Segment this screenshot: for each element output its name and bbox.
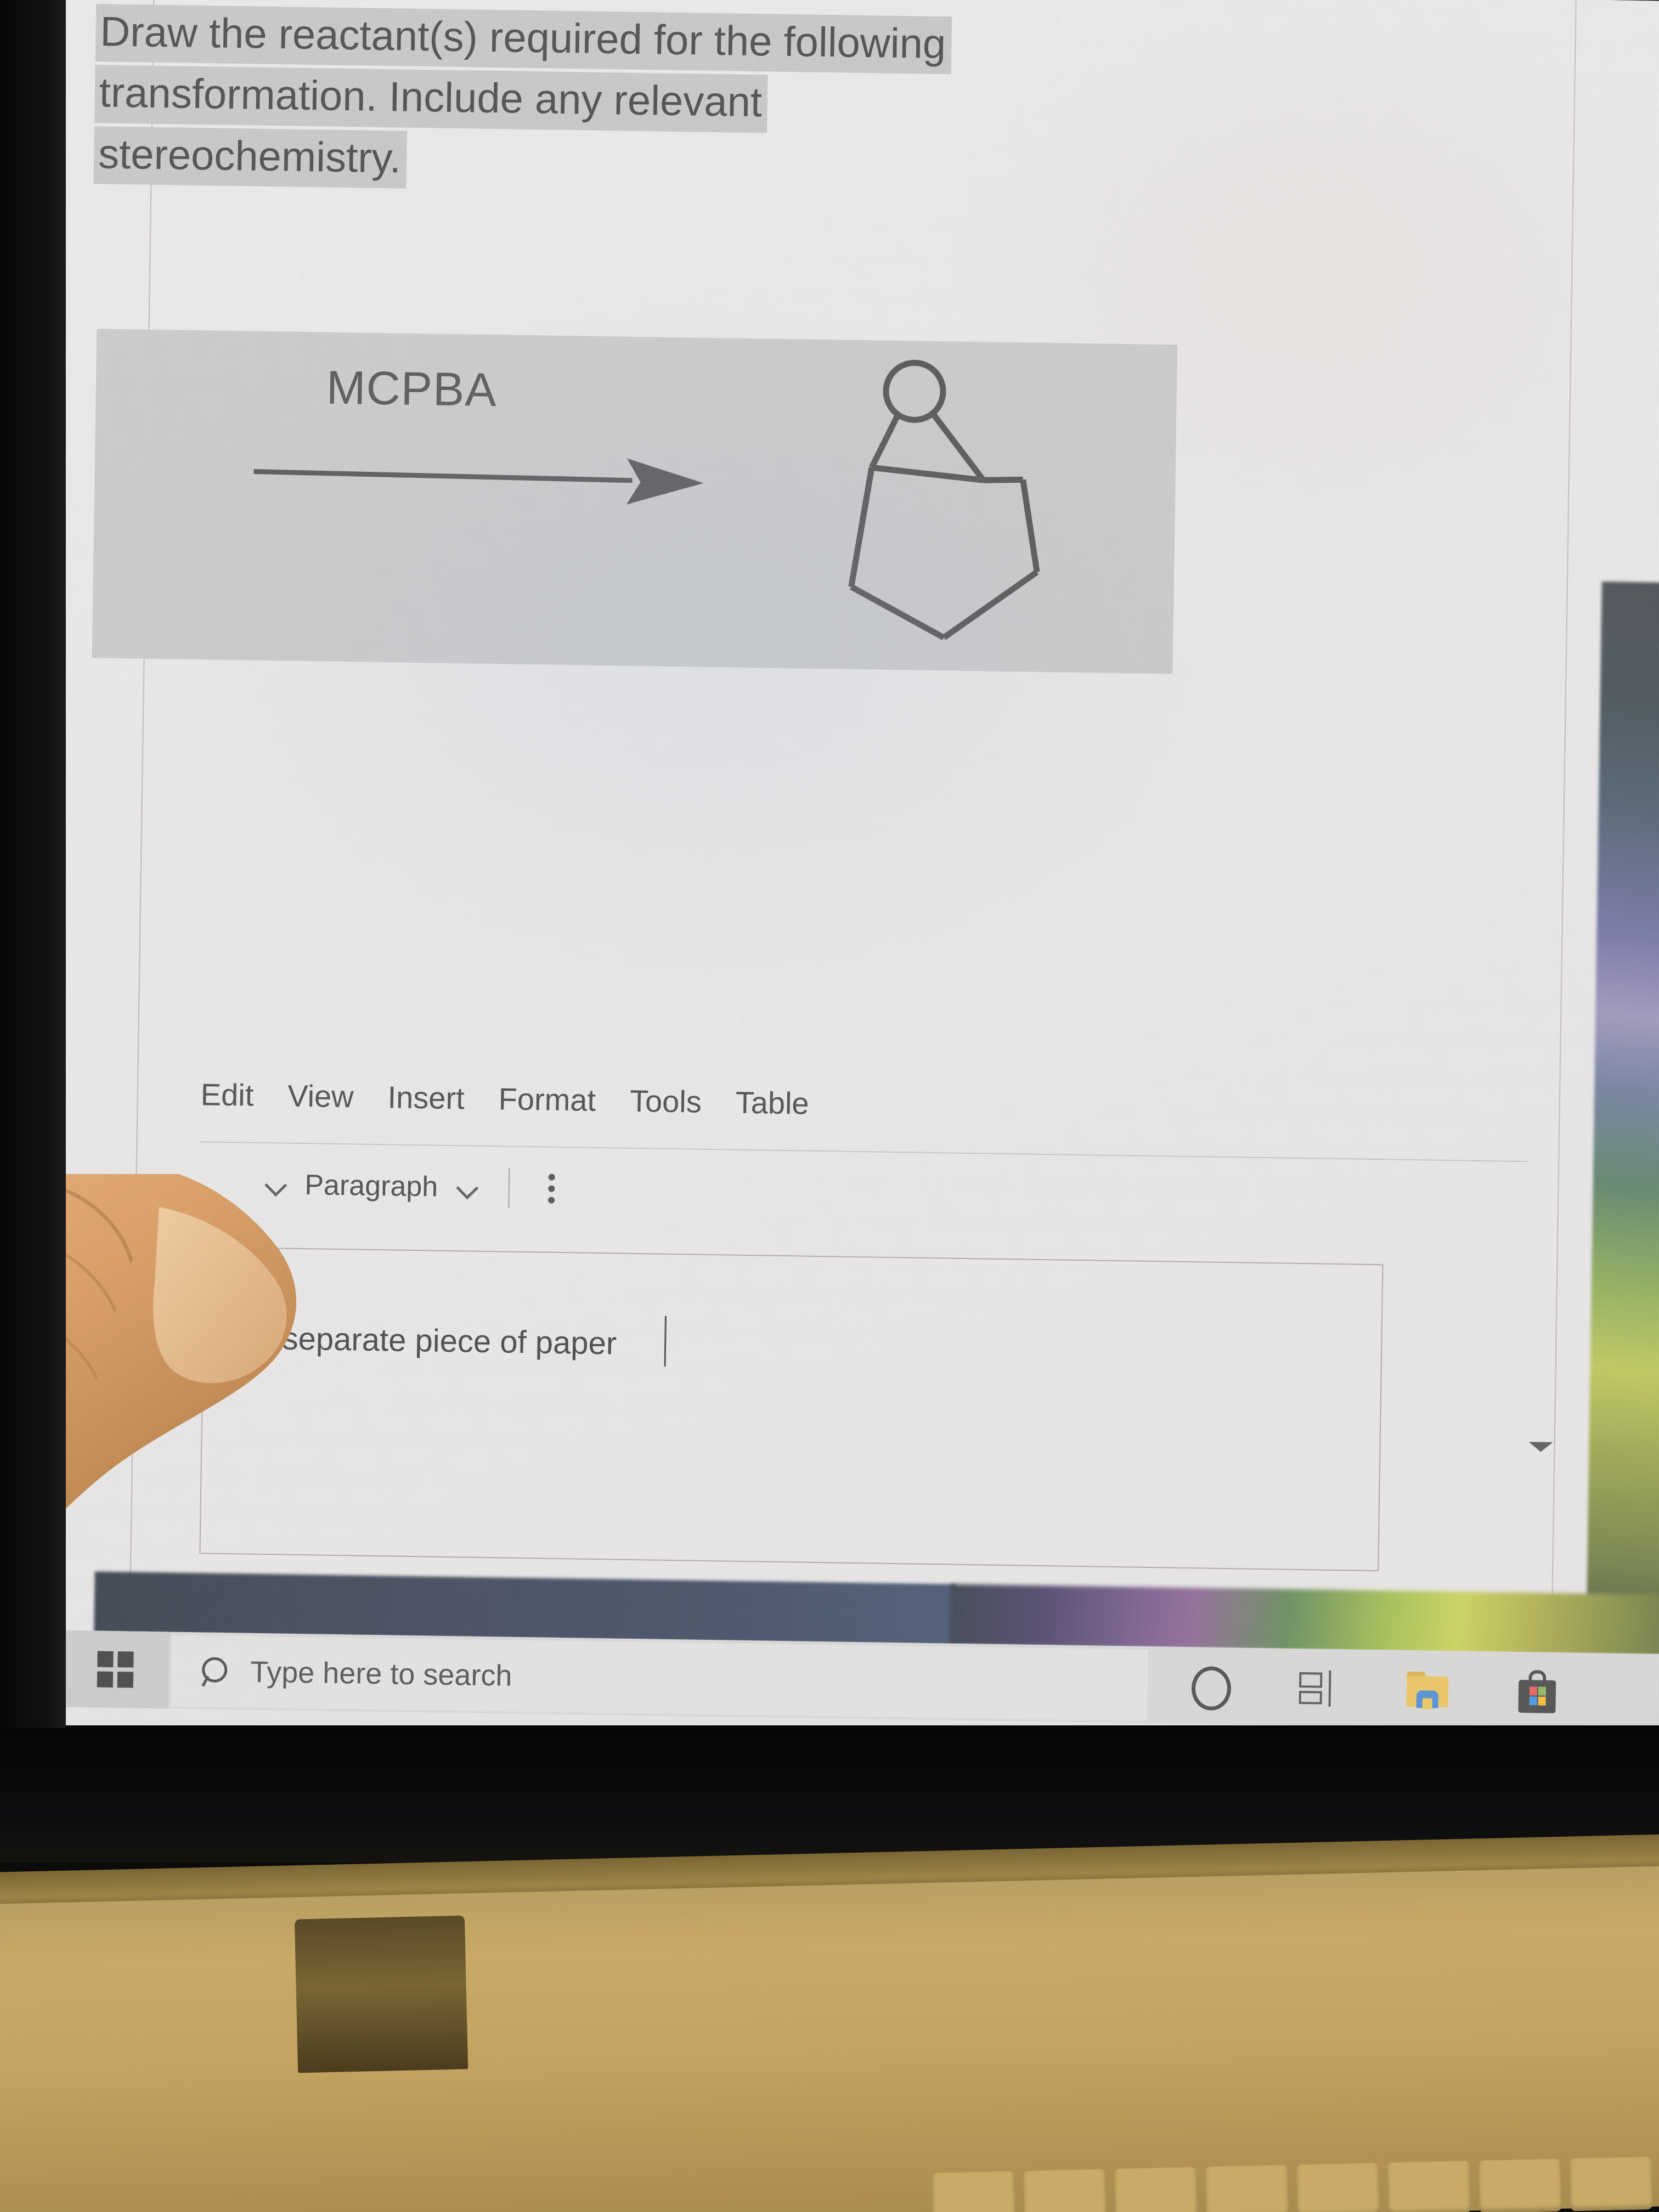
scroll-down-arrow-icon[interactable] bbox=[1528, 1442, 1553, 1452]
taskbar-search-input[interactable]: Type here to search bbox=[171, 1635, 1148, 1721]
text-caret bbox=[664, 1316, 667, 1367]
laptop-screen: Draw the reactant(s) required for the fo… bbox=[26, 0, 1659, 1758]
keyboard-key bbox=[1296, 2163, 1380, 2212]
answer-text-value: On separate piece of paper bbox=[230, 1320, 617, 1362]
keyboard-key bbox=[1023, 2169, 1107, 2212]
reaction-arrow-icon bbox=[253, 458, 704, 505]
laptop-chassis bbox=[0, 1725, 1659, 2212]
menu-item-format[interactable]: Format bbox=[498, 1081, 596, 1118]
search-icon bbox=[200, 1657, 229, 1686]
laptop-deck bbox=[0, 1864, 1659, 2212]
search-placeholder: Type here to search bbox=[250, 1655, 512, 1692]
start-button[interactable] bbox=[61, 1630, 170, 1709]
question-prompt: Draw the reactant(s) required for the fo… bbox=[93, 4, 1171, 203]
menu-item-view[interactable]: View bbox=[287, 1078, 354, 1115]
keyboard-key bbox=[1114, 2166, 1198, 2212]
photo-of-laptop-screen: Draw the reactant(s) required for the fo… bbox=[0, 0, 1659, 2212]
menu-item-insert[interactable]: Insert bbox=[387, 1079, 465, 1116]
menu-item-tools[interactable]: Tools bbox=[630, 1083, 702, 1120]
screen-left-dark-edge bbox=[0, 0, 66, 1728]
cortana-icon[interactable] bbox=[1184, 1663, 1231, 1709]
block-format-chevron-down-icon[interactable] bbox=[456, 1177, 478, 1198]
keyboard-key bbox=[1205, 2165, 1289, 2212]
reaction-figure: MCPBA bbox=[92, 329, 1178, 674]
laptop-hinge bbox=[294, 1915, 469, 2073]
kebab-menu-icon[interactable] bbox=[540, 1170, 563, 1207]
file-explorer-icon[interactable] bbox=[1404, 1666, 1451, 1713]
task-view-icon[interactable] bbox=[1294, 1664, 1341, 1711]
prompt-line-3: stereochemistry. bbox=[93, 126, 407, 189]
keyboard-key bbox=[1478, 2158, 1562, 2212]
menu-item-edit[interactable]: Edit bbox=[200, 1076, 253, 1113]
keyboard-key bbox=[1569, 2157, 1653, 2211]
menu-item-table[interactable]: Table bbox=[735, 1085, 809, 1121]
toolbar-divider bbox=[507, 1167, 510, 1209]
keyboard-key bbox=[932, 2171, 1015, 2212]
prompt-line-1: Draw the reactant(s) required for the fo… bbox=[95, 4, 952, 75]
product-structure-epoxide bbox=[848, 359, 1040, 641]
chevron-down-icon[interactable] bbox=[265, 1174, 286, 1195]
microsoft-store-icon[interactable] bbox=[1514, 1668, 1560, 1714]
block-format-label[interactable]: Paragraph bbox=[304, 1169, 438, 1204]
keyboard-key bbox=[1387, 2160, 1471, 2212]
prompt-line-2: transformation. Include any relevant bbox=[94, 65, 768, 133]
taskbar-tray bbox=[1184, 1650, 1561, 1727]
reagent-label: MCPBA bbox=[326, 361, 498, 417]
answer-textarea[interactable]: On separate piece of paper bbox=[199, 1246, 1384, 1572]
windows-logo-icon bbox=[97, 1651, 134, 1688]
